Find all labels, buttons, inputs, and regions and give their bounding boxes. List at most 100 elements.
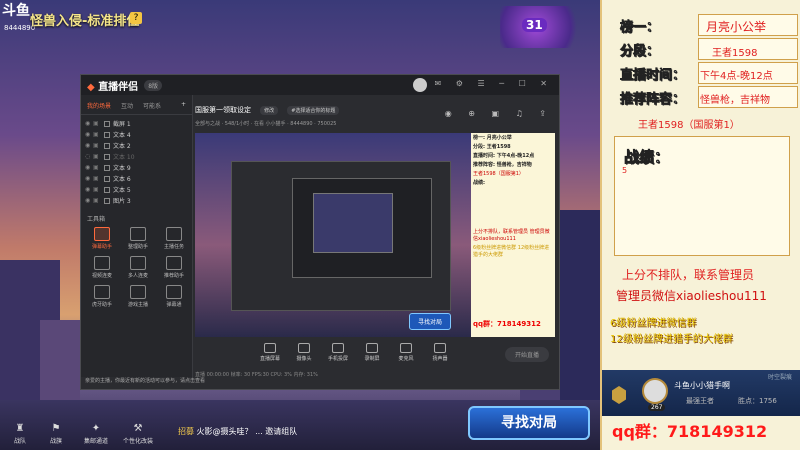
tool-multi-link[interactable]: 多人连麦: [121, 256, 155, 279]
layer-label: 文本 5: [113, 187, 131, 194]
nested-line: 王者1598（国服第1）: [473, 171, 524, 177]
layer-label: 截屏 1: [113, 121, 131, 128]
tag-chip[interactable]: #选择适合你的标题: [287, 106, 340, 115]
layer-item[interactable]: ◉ ▣ 文本 4: [81, 129, 192, 140]
layer-item[interactable]: ◉ ▣ 文本 5: [81, 184, 192, 195]
tool-icon: [94, 285, 110, 299]
eye-off-icon[interactable]: ◌: [85, 153, 93, 160]
player-profile-card[interactable]: 267 斗鱼小小猎手啊 最强王者 胜点：1756 时空裂痕: [602, 370, 800, 416]
add-scene-icon[interactable]: +: [181, 101, 186, 110]
control-label: 麦克风: [398, 356, 414, 362]
layer-type-icon: [104, 142, 110, 149]
record-button[interactable]: 录制屏: [357, 343, 387, 362]
tab-my-scenes[interactable]: 我的场景: [87, 101, 111, 110]
tool-barrage[interactable]: 弹幕通: [157, 285, 191, 308]
layer-item[interactable]: ◌ ▣ 文本 10: [81, 151, 192, 162]
monitor-icon: [264, 343, 276, 353]
fans-line-2: 12级粉丝牌进猎手的大佬群: [610, 334, 733, 345]
nested-recruit: 上分不排队，联系管理员 管理员微信xiaolieshou111: [473, 229, 550, 242]
points-label: 胜点：: [738, 397, 759, 405]
customize-button[interactable]: ⚒ 个性化改装: [118, 423, 158, 446]
customize-icon: ⚒: [133, 423, 143, 434]
eye-icon[interactable]: ◉: [85, 164, 93, 171]
eye-icon[interactable]: ◉: [85, 197, 93, 204]
control-bar: 直播屏幕 摄像头 手机投屏 录制屏 麦克风 扬声器 开始直播: [195, 339, 553, 373]
scene-sidebar: 我的场景 互动 可能系 + ◉ ▣ 截屏 1 ◉ ▣ 文本 4 ◉ ▣ 文本 2 ◌ ▣ 文本 …: [81, 95, 193, 377]
lock-icon[interactable]: ▣: [93, 142, 101, 149]
layer-item[interactable]: ◉ ▣ 文本 2: [81, 140, 192, 151]
status-line: 直播 00:00:00 帧率: 30 FPS:30 CPU: 3% 内存: 31…: [195, 372, 318, 378]
player-rank: 最强王者: [686, 397, 714, 405]
barrage-user: 招募: [178, 427, 194, 436]
tier-value: 王者1598: [712, 48, 758, 59]
stream-preview[interactable]: 寻找对局 榜一: 月亮小公举 分段: 王者1598 直播时间: 下午4点-晚12…: [195, 133, 555, 337]
lock-icon[interactable]: ▣: [93, 120, 101, 127]
eye-icon[interactable]: ◉: [85, 142, 93, 149]
notice-text[interactable]: 亲爱的主播，你最近有新的活动可以参与，请点击查看: [85, 377, 205, 384]
lock-icon[interactable]: ▣: [93, 197, 101, 204]
eye-icon[interactable]: ◉: [85, 131, 93, 138]
layer-label: 文本 2: [113, 143, 131, 150]
speaker-button[interactable]: 扬声器: [425, 343, 455, 362]
edit-chip[interactable]: 修改: [260, 106, 279, 115]
mech-rank-badge[interactable]: 31: [500, 6, 590, 48]
tool-label: 整理助手: [127, 244, 148, 250]
eye-icon[interactable]: ◉: [85, 120, 93, 127]
lock-icon[interactable]: ▣: [93, 186, 101, 193]
eye-icon[interactable]: ◉: [85, 186, 93, 193]
layer-item[interactable]: ◉ ▣ 图片 3: [81, 195, 192, 206]
phone-cast-button[interactable]: 手机投屏: [323, 343, 353, 362]
nested-app-window: [231, 161, 451, 311]
lock-icon[interactable]: ▣: [93, 131, 101, 138]
user-avatar[interactable]: [413, 78, 427, 92]
bottom-label: 集邮通道: [83, 438, 108, 445]
lock-icon[interactable]: ▣: [93, 164, 101, 171]
sidebar-tabs: 我的场景 互动 可能系 +: [81, 95, 192, 115]
control-label: 扬声器: [432, 356, 448, 362]
tool-organize[interactable]: 整理助手: [121, 227, 155, 250]
start-live-button[interactable]: 开始直播: [504, 347, 549, 362]
camera-button[interactable]: 摄像头: [289, 343, 319, 362]
nested-line: 分段: 王者1598: [473, 144, 511, 150]
mic-button[interactable]: 麦克风: [391, 343, 421, 362]
collect-icon: ✦: [91, 423, 101, 434]
tool-tasks[interactable]: 主播任务: [157, 227, 191, 250]
tool-video-link[interactable]: 视频连麦: [85, 256, 119, 279]
rank1-label: 榜一：: [620, 20, 660, 36]
lock-icon[interactable]: ▣: [93, 153, 101, 160]
layer-label: 文本 4: [113, 132, 131, 139]
flag-button[interactable]: ⚑ 战旗: [36, 423, 76, 446]
lock-icon[interactable]: ▣: [93, 175, 101, 182]
tool-label: 主播任务: [163, 244, 184, 250]
tool-recommend[interactable]: 推荐助手: [157, 256, 191, 279]
tool-huya[interactable]: 虎牙助手: [85, 285, 119, 308]
nested-line: 推荐阵容: 怪兽枪，吉祥物: [473, 162, 532, 168]
nested-fans: 6级粉丝牌进微信群 12级粉丝牌进猎手的大佬群: [473, 245, 550, 258]
tool-icon: [166, 256, 182, 270]
layer-item[interactable]: ◉ ▣ 文本 6: [81, 173, 192, 184]
flag-icon: ⚑: [51, 423, 61, 434]
collect-button[interactable]: ✦ 集邮通道: [76, 423, 116, 446]
control-label: 摄像头: [296, 356, 312, 362]
tab-other[interactable]: 可能系: [143, 101, 161, 110]
layer-item[interactable]: ◉ ▣ 截屏 1: [81, 118, 192, 129]
help-icon[interactable]: ?: [130, 12, 142, 24]
tool-game-anchor[interactable]: 游戏主播: [121, 285, 155, 308]
app-logo: ◆ 直播伴侣: [87, 81, 139, 93]
tool-label: 弹幕助手: [91, 244, 112, 250]
tab-interact[interactable]: 互动: [121, 101, 133, 110]
avatar-level: 267: [648, 404, 666, 411]
phone-icon: [332, 343, 344, 353]
team-button[interactable]: ♜ 战队: [0, 424, 40, 446]
layer-item[interactable]: ◉ ▣ 文本 9: [81, 162, 192, 173]
screen-capture-button[interactable]: 直播屏幕: [255, 343, 285, 362]
tool-label: 视频连麦: [91, 273, 112, 279]
tool-icon: [130, 256, 146, 270]
eye-icon[interactable]: ◉: [85, 175, 93, 182]
header-icons[interactable]: ◉ ⊕ ▣ ♫ ⇪: [445, 109, 553, 118]
find-match-button[interactable]: 寻找对局: [468, 406, 590, 440]
bottom-label: 战队: [13, 438, 26, 445]
tool-barrage-helper[interactable]: 弹幕助手: [85, 227, 119, 250]
window-controls[interactable]: ✉ ⚙ ☰ ─ ☐ ✕: [435, 79, 553, 88]
nested-game-view: 寻找对局: [195, 133, 471, 337]
